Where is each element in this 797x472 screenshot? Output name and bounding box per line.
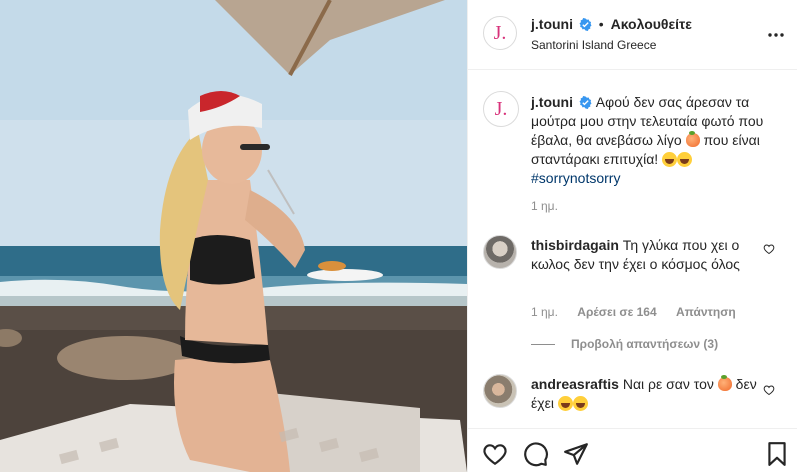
post-actions-bar	[468, 428, 797, 472]
view-replies-label: Προβολή απαντήσεων (3)	[571, 337, 719, 351]
verified-badge-icon	[579, 96, 592, 109]
post-side-panel: J. j.touni • Ακολουθείτε Santorini Islan…	[467, 0, 797, 472]
laughing-emoji-icon	[557, 396, 573, 411]
caption-meta: 1 ημ.	[531, 199, 574, 213]
view-replies-button[interactable]: Προβολή απαντήσεων (3)	[531, 337, 718, 351]
caption: J. j.touni Αφού δεν σας άρεσαν τα μούτρα…	[483, 91, 783, 221]
post-photo[interactable]	[0, 0, 467, 472]
commenter-avatar[interactable]	[483, 235, 517, 269]
laughing-emoji-icon	[572, 396, 588, 411]
view-replies-divider	[531, 343, 555, 345]
comment-item: thisbirdagain Τη γλύκα που χει ο κωλος δ…	[483, 235, 783, 330]
caption-username[interactable]: j.touni	[531, 94, 573, 110]
comment-heart-icon[interactable]	[763, 384, 775, 396]
comment-username[interactable]: thisbirdagain	[531, 237, 619, 253]
comment-icon[interactable]	[523, 441, 549, 467]
peach-emoji-icon	[717, 375, 732, 391]
comment-username[interactable]: andreasraftis	[531, 376, 619, 392]
comment-meta: 1 ημ. Αρέσει σε 164 Απάντηση	[531, 305, 752, 319]
peach-emoji-icon	[685, 131, 700, 147]
commenter-avatar[interactable]	[483, 374, 517, 408]
reply-button[interactable]: Απάντηση	[676, 305, 736, 319]
verified-badge-icon	[579, 18, 592, 31]
bookmark-icon[interactable]	[764, 441, 790, 467]
following-button[interactable]: Ακολουθείτε	[611, 16, 692, 32]
comment-time[interactable]: 1 ημ.	[531, 305, 558, 319]
header-account-line: j.touni • Ακολουθείτε	[531, 16, 692, 32]
post-header: J. j.touni • Ακολουθείτε Santorini Islan…	[468, 0, 797, 70]
laughing-emoji-icon	[662, 152, 678, 167]
comment-item: andreasraftis Ναι ρε σαν τον δεν έχει	[483, 374, 783, 424]
account-avatar[interactable]: J.	[483, 16, 517, 50]
heart-icon[interactable]	[482, 441, 508, 467]
comment-body-part1: Ναι ρε σαν τον	[622, 376, 714, 392]
caption-avatar[interactable]: J.	[483, 91, 519, 127]
beach-photo-illustration	[0, 0, 467, 472]
follow-separator: •	[598, 16, 604, 32]
hashtag-link[interactable]: #sorrynotsorry	[531, 170, 620, 186]
comment-heart-icon[interactable]	[763, 243, 775, 255]
comment-likes[interactable]: Αρέσει σε 164	[577, 305, 656, 319]
account-username[interactable]: j.touni	[531, 16, 573, 32]
caption-time[interactable]: 1 ημ.	[531, 199, 558, 213]
laughing-emoji-icon	[677, 152, 693, 167]
three-dots-icon[interactable]	[766, 25, 786, 45]
caption-text: j.touni Αφού δεν σας άρεσαν τα μούτρα μο…	[531, 93, 781, 188]
comment-text: andreasraftis Ναι ρε σαν τον δεν έχει	[531, 375, 759, 413]
location-link[interactable]: Santorini Island Greece	[531, 38, 656, 52]
paper-plane-icon[interactable]	[563, 441, 589, 467]
comment-text: thisbirdagain Τη γλύκα που χει ο κωλος δ…	[531, 236, 759, 274]
